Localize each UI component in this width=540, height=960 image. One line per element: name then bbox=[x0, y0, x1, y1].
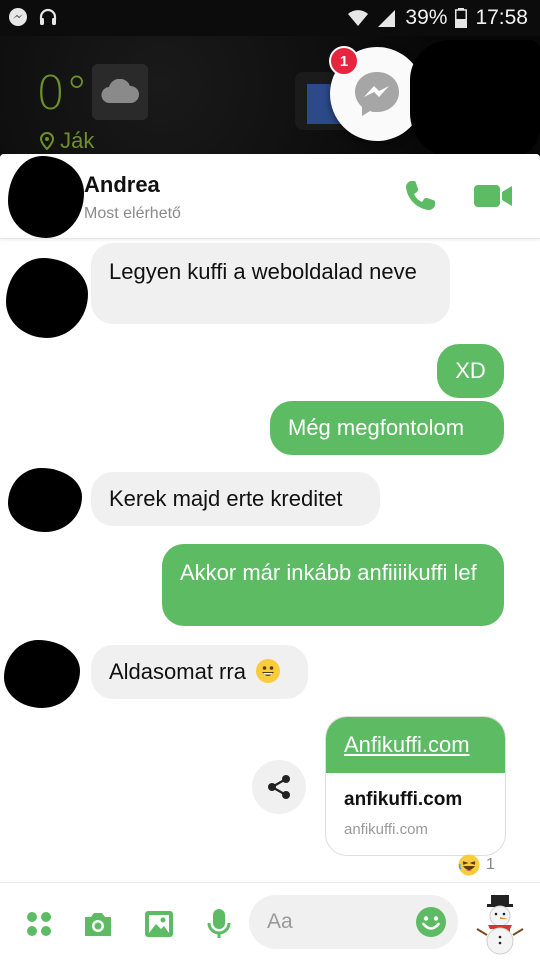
wifi-icon bbox=[348, 10, 369, 26]
share-button[interactable] bbox=[252, 760, 306, 814]
message-bubble-outgoing[interactable]: Akkor már inkább anfiiiikuffi lef bbox=[162, 544, 504, 626]
camera-icon[interactable] bbox=[81, 907, 115, 941]
microphone-icon[interactable] bbox=[202, 907, 236, 941]
message-composer: Aa bbox=[0, 882, 540, 960]
sender-avatar[interactable] bbox=[6, 258, 88, 338]
more-apps-icon[interactable] bbox=[22, 907, 56, 941]
battery-percentage: 39% bbox=[405, 6, 448, 29]
grinning-face-emoji bbox=[256, 659, 281, 683]
signal-icon bbox=[378, 10, 396, 27]
message-text: Aldasomat rra bbox=[109, 659, 246, 684]
sender-avatar[interactable] bbox=[4, 640, 80, 708]
contact-avatar[interactable] bbox=[8, 156, 84, 238]
battery-icon bbox=[455, 8, 468, 28]
phone-call-icon[interactable] bbox=[402, 178, 438, 214]
snowman-sticker-icon[interactable] bbox=[474, 895, 526, 955]
messenger-notification-icon bbox=[9, 8, 27, 26]
contact-status: Most elérhető bbox=[84, 205, 181, 222]
chat-window: Andrea Most elérhető Legyen kuffi a webo… bbox=[0, 154, 540, 960]
reaction-count: 1 bbox=[486, 856, 495, 873]
link-preview-url[interactable]: Anfikuffi.com bbox=[326, 717, 505, 773]
cloud-icon[interactable] bbox=[92, 64, 148, 120]
status-bar: 39% 17:58 bbox=[0, 0, 540, 36]
gallery-icon[interactable] bbox=[142, 907, 176, 941]
message-input[interactable]: Aa bbox=[249, 895, 458, 949]
location-pin-icon bbox=[39, 131, 55, 151]
weather-city-label: Ják bbox=[60, 128, 95, 153]
message-bubble-outgoing[interactable]: XD bbox=[437, 344, 504, 398]
message-reaction[interactable]: 1 bbox=[458, 854, 495, 876]
link-preview-title: anfikuffi.com bbox=[344, 789, 463, 810]
weather-temperature: 0° bbox=[36, 66, 89, 120]
conversation-header[interactable]: Andrea Most elérhető bbox=[0, 154, 540, 239]
contact-name[interactable]: Andrea bbox=[84, 172, 160, 198]
video-call-icon[interactable] bbox=[472, 180, 514, 212]
message-bubble-outgoing[interactable]: Még megfontolom bbox=[270, 401, 504, 455]
share-icon bbox=[268, 775, 290, 799]
link-preview-card[interactable]: Anfikuffi.com anfikuffi.com anfikuffi.co… bbox=[325, 716, 506, 856]
message-input-placeholder: Aa bbox=[267, 910, 293, 933]
laughing-face-icon bbox=[458, 854, 480, 876]
message-bubble-incoming[interactable]: Legyen kuffi a weboldalad neve bbox=[91, 243, 450, 324]
headphones-icon bbox=[39, 8, 57, 25]
emoji-icon[interactable] bbox=[415, 906, 447, 938]
link-preview-domain: anfikuffi.com bbox=[344, 821, 428, 838]
redacted-area bbox=[410, 40, 540, 158]
message-bubble-incoming[interactable]: Aldasomat rra bbox=[91, 645, 308, 699]
chat-head-badge: 1 bbox=[329, 46, 359, 76]
messenger-icon bbox=[355, 72, 399, 116]
message-bubble-incoming[interactable]: Kerek majd erte kreditet bbox=[91, 472, 380, 526]
weather-location: Ják bbox=[39, 128, 95, 154]
clock: 17:58 bbox=[475, 6, 528, 29]
sender-avatar[interactable] bbox=[8, 468, 82, 532]
